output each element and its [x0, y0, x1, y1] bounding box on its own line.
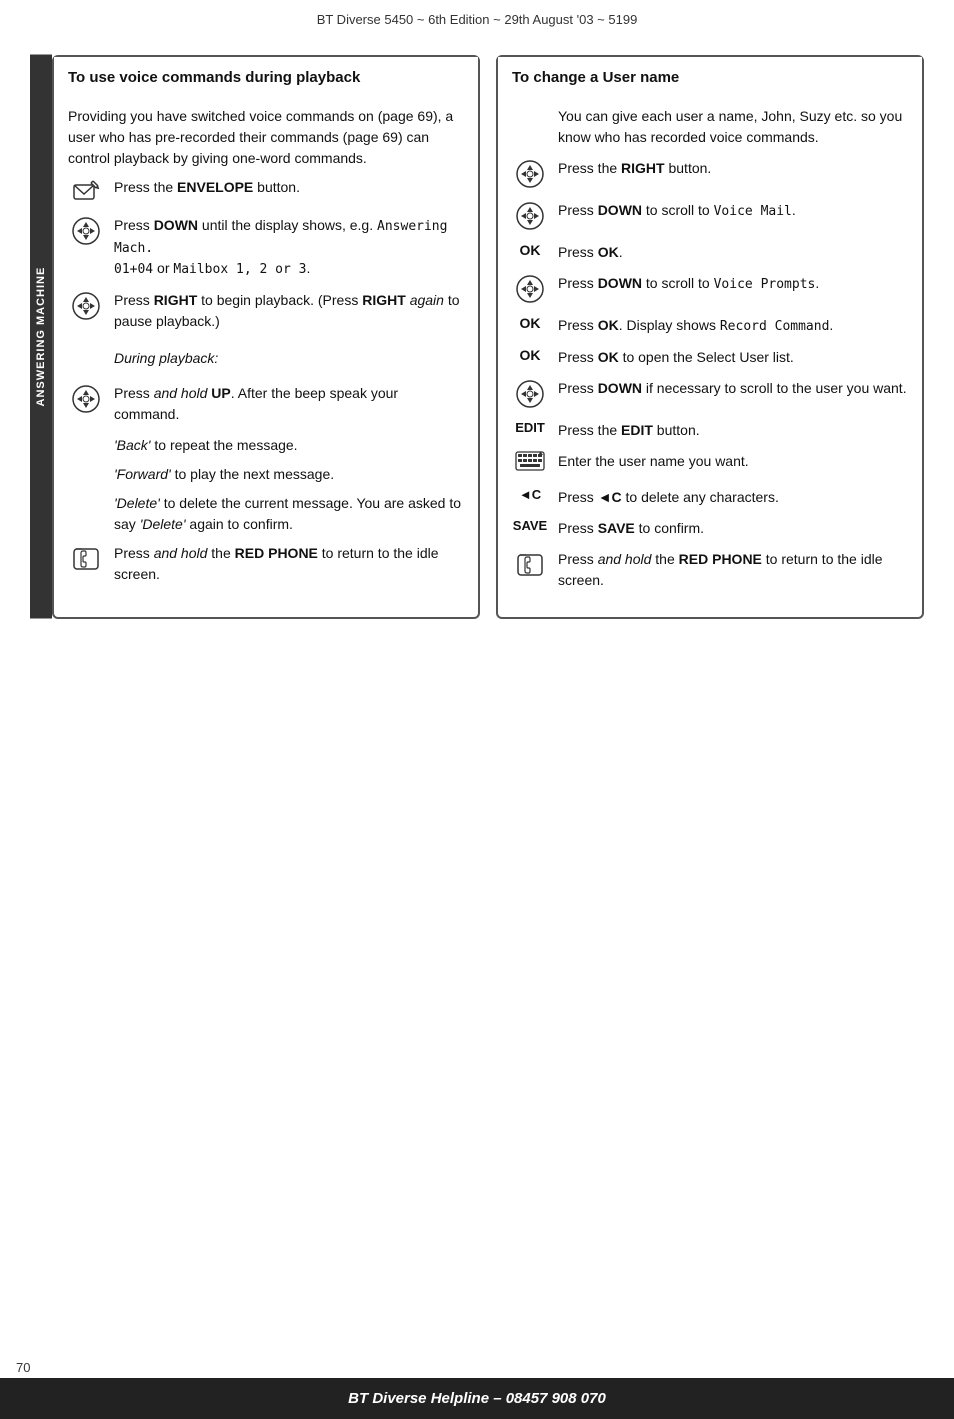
dpad-icon-r1: [512, 158, 548, 190]
left-body: Providing you have switched voice comman…: [54, 96, 478, 585]
left-step-up-hold-text: Press and hold UP. After the beep speak …: [114, 383, 464, 425]
page-footer: BT Diverse Helpline – 08457 908 070: [0, 1378, 954, 1419]
keyboard-icon: [512, 451, 548, 477]
dpad-icon-r2: [512, 200, 548, 232]
right-step-down-voiceprompts-text: Press DOWN to scroll to Voice Prompts.: [558, 273, 908, 295]
left-column: To use voice commands during playback Pr…: [52, 55, 480, 619]
left-voice-commands: 'Back' to repeat the message. 'Forward' …: [114, 435, 464, 535]
left-step-red-phone: Press and hold the RED PHONE to return t…: [68, 543, 464, 585]
left-step-right: Press RIGHT to begin playback. (Press RI…: [68, 290, 464, 332]
right-step-ok3: OK Press OK to open the Select User list…: [512, 347, 908, 368]
right-intro-text: You can give each user a name, John, Suz…: [558, 106, 908, 148]
right-step-ok2-text: Press OK. Display shows Record Command.: [558, 315, 908, 337]
dpad-icon-r4: [512, 378, 548, 410]
right-step-ok2: OK Press OK. Display shows Record Comman…: [512, 315, 908, 337]
right-step-backc-text: Press ◄C to delete any characters.: [558, 487, 908, 508]
ok-label-2: OK: [512, 315, 548, 331]
dpad-icon-r3: [512, 273, 548, 305]
right-step-red-phone-text: Press and hold the RED PHONE to return t…: [558, 549, 908, 591]
right-step-keyboard: Enter the user name you want.: [512, 451, 908, 477]
right-body: You can give each user a name, John, Suz…: [498, 96, 922, 591]
left-step-down: Press DOWN until the display shows, e.g.…: [68, 215, 464, 280]
right-step-down-voicemail: Press DOWN to scroll to Voice Mail.: [512, 200, 908, 232]
right-step-down-user-text: Press DOWN if necessary to scroll to the…: [558, 378, 908, 399]
right-step-backc: ◄C Press ◄C to delete any characters.: [512, 487, 908, 508]
left-intro: Providing you have switched voice comman…: [68, 106, 464, 169]
right-step-edit-text: Press the EDIT button.: [558, 420, 908, 441]
phone-icon-left: [68, 543, 104, 575]
right-intro-row: You can give each user a name, John, Suz…: [558, 106, 908, 148]
dpad-icon-2: [68, 290, 104, 322]
left-step-up-hold: Press and hold UP. After the beep speak …: [68, 383, 464, 425]
page-number: 70: [16, 1360, 30, 1375]
left-step-down-text: Press DOWN until the display shows, e.g.…: [114, 215, 464, 280]
right-step-keyboard-text: Enter the user name you want.: [558, 451, 908, 472]
left-step-envelope: Press the ENVELOPE button.: [68, 177, 464, 205]
right-heading: To change a User name: [498, 57, 922, 96]
right-step-right-text: Press the RIGHT button.: [558, 158, 908, 179]
right-step-ok1-text: Press OK.: [558, 242, 908, 263]
right-step-save: SAVE Press SAVE to confirm.: [512, 518, 908, 539]
left-step-envelope-text: Press the ENVELOPE button.: [114, 177, 464, 198]
right-step-right: Press the RIGHT button.: [512, 158, 908, 190]
right-step-down-voiceprompts: Press DOWN to scroll to Voice Prompts.: [512, 273, 908, 305]
ok-label-1: OK: [512, 242, 548, 258]
right-step-red-phone: Press and hold the RED PHONE to return t…: [512, 549, 908, 591]
ok-label-3: OK: [512, 347, 548, 363]
left-during-playback: During playback:: [114, 342, 464, 373]
right-step-down-voicemail-text: Press DOWN to scroll to Voice Mail.: [558, 200, 908, 222]
dpad-icon-3: [68, 383, 104, 415]
left-step-right-text: Press RIGHT to begin playback. (Press RI…: [114, 290, 464, 332]
backc-label: ◄C: [512, 487, 548, 502]
envelope-icon: [68, 177, 104, 205]
right-step-down-user: Press DOWN if necessary to scroll to the…: [512, 378, 908, 410]
save-label: SAVE: [512, 518, 548, 533]
edit-label: EDIT: [512, 420, 548, 435]
phone-icon-right: [512, 549, 548, 581]
left-heading: To use voice commands during playback: [54, 57, 478, 96]
right-step-ok1: OK Press OK.: [512, 242, 908, 263]
during-playback-label: During playback:: [114, 348, 464, 369]
right-column: To change a User name You can give each …: [496, 55, 924, 619]
left-step-red-phone-text: Press and hold the RED PHONE to return t…: [114, 543, 464, 585]
sidebar-label: ANSWERING MACHINE: [30, 55, 52, 619]
page-header: BT Diverse 5450 ~ 6th Edition ~ 29th Aug…: [0, 0, 954, 35]
right-step-save-text: Press SAVE to confirm.: [558, 518, 908, 539]
dpad-icon-1: [68, 215, 104, 247]
right-step-ok3-text: Press OK to open the Select User list.: [558, 347, 908, 368]
right-step-edit: EDIT Press the EDIT button.: [512, 420, 908, 441]
main-content: ANSWERING MACHINE To use voice commands …: [30, 55, 924, 619]
columns-area: To use voice commands during playback Pr…: [52, 55, 924, 619]
